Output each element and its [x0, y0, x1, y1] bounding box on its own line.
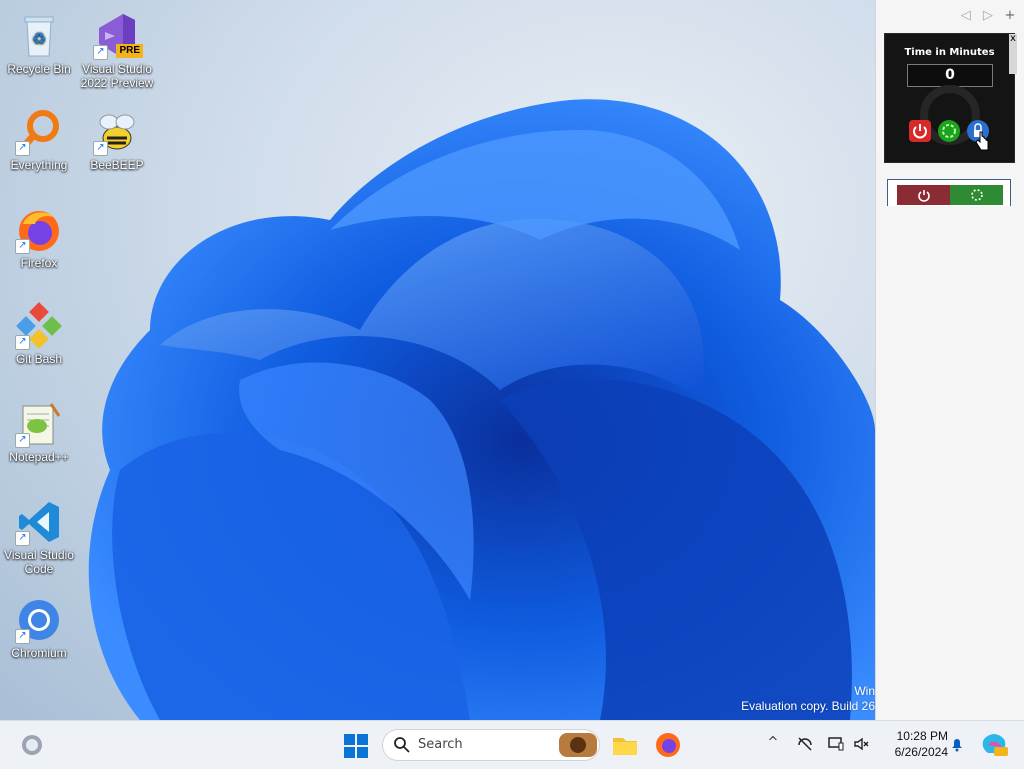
power-gadget-shutdown-button[interactable] [897, 185, 950, 205]
desktop-icon-beebeep[interactable]: ↗ BeeBEEP [78, 104, 156, 172]
taskbar-firefox-button[interactable] [652, 729, 684, 761]
shortcut-arrow-icon: ↗ [15, 141, 30, 156]
git-bash-icon: ↗ [15, 302, 63, 350]
everything-search-icon: ↗ [15, 108, 63, 156]
add-gadget-icon[interactable]: + [1001, 8, 1019, 23]
shutdown-button[interactable] [909, 120, 931, 142]
display-icon[interactable] [827, 735, 845, 753]
desktop: ♻ Recycle Bin ↗ PRE Visual Studio 2022 P… [0, 0, 875, 720]
gadget-title: Time in Minutes [904, 47, 995, 58]
recycle-bin-icon: ♻ [15, 12, 63, 60]
desktop-icon-everything[interactable]: ↗ Everything [0, 104, 78, 172]
desktop-icon-label: Git Bash [15, 352, 63, 366]
show-hidden-icons-chevron-icon[interactable]: ^ [764, 735, 782, 753]
windows-logo-icon [344, 734, 368, 758]
desktop-icon-label: Chromium [11, 646, 67, 660]
beebeep-icon: ↗ [93, 108, 141, 156]
desktop-icon-vscode[interactable]: ↗ Visual Studio Code [0, 494, 78, 576]
desktop-icon-git-bash[interactable]: ↗ Git Bash [0, 298, 78, 366]
desktop-icon-label: Visual Studio Code [4, 548, 74, 576]
start-button[interactable] [340, 729, 372, 761]
restart-icon [970, 189, 983, 201]
svg-text:♻: ♻ [32, 29, 46, 48]
search-highlight-icon [559, 733, 597, 757]
clock-date: 6/26/2024 [894, 745, 948, 759]
volume-muted-icon[interactable] [852, 735, 870, 753]
shortcut-arrow-icon: ↗ [15, 335, 30, 350]
desktop-icon-firefox[interactable]: ↗ Firefox [0, 202, 78, 270]
desktop-icon-label: Notepad++ [9, 450, 69, 464]
desktop-icon-chromium[interactable]: ↗ Chromium [0, 592, 78, 660]
shortcut-arrow-icon: ↗ [93, 45, 108, 60]
firefox-icon [656, 733, 680, 757]
desktop-icon-label: Recycle Bin [7, 62, 71, 76]
gadget-close-button[interactable]: x [1009, 34, 1017, 74]
folder-icon [613, 738, 637, 755]
shortcut-arrow-icon: ↗ [93, 141, 108, 156]
shortcut-arrow-icon: ↗ [15, 239, 30, 254]
preview-badge: PRE [116, 44, 143, 58]
clock-time: 10:28 PM [896, 729, 948, 743]
file-explorer-button[interactable] [609, 729, 641, 761]
taskbar-search[interactable]: Search [382, 729, 600, 761]
hand-cursor-icon [975, 130, 991, 156]
previous-icon[interactable]: ◁ [957, 8, 975, 23]
firefox-icon: ↗ [15, 206, 63, 254]
next-icon[interactable]: ▷ [979, 8, 997, 23]
power-icon [917, 190, 930, 202]
sidebar-nav: ◁ ▷ + [957, 8, 1019, 23]
desktop-icon-visual-studio-preview[interactable]: ↗ PRE Visual Studio 2022 Preview [78, 8, 156, 90]
notifications-bell-icon[interactable] [948, 735, 966, 753]
restart-icon [942, 124, 956, 138]
taskbar: Search ^ 10:28 PM 6/26/2024 [0, 720, 1024, 769]
chromium-icon: ↗ [15, 596, 63, 644]
desktop-icon-notepad-plus-plus[interactable]: ↗ Notepad++ [0, 396, 78, 464]
vscode-icon: ↗ [15, 498, 63, 546]
watermark-line-1: Win [854, 684, 875, 698]
search-icon [394, 737, 410, 753]
shortcut-arrow-icon: ↗ [15, 629, 30, 644]
network-offline-icon[interactable] [796, 735, 814, 753]
power-gadget-restart-button[interactable] [950, 185, 1003, 205]
search-placeholder: Search [418, 737, 463, 752]
watermark-line-2: Evaluation copy. Build 26 [741, 699, 875, 713]
taskbar-clock[interactable]: 10:28 PM 6/26/2024 [880, 728, 948, 760]
shortcut-arrow-icon: ↗ [15, 531, 30, 546]
evaluation-watermark: Win Evaluation copy. Build 26 [675, 684, 875, 714]
shortcut-arrow-icon: ↗ [15, 433, 30, 448]
notepad-plus-plus-icon: ↗ [15, 400, 63, 448]
visual-studio-preview-icon: ↗ PRE [93, 12, 143, 60]
desktop-icon-label: BeeBEEP [90, 158, 144, 172]
desktop-icon-label: Firefox [20, 256, 58, 270]
widgets-icon [22, 735, 42, 755]
widgets-button[interactable] [16, 729, 48, 761]
power-gadget [887, 179, 1011, 206]
desktop-icon-recycle-bin[interactable]: ♻ Recycle Bin [0, 8, 78, 76]
restart-button[interactable] [938, 120, 960, 142]
power-icon [913, 124, 927, 139]
copilot-button[interactable] [978, 729, 1010, 761]
timer-gadget: Time in Minutes 0 x [884, 33, 1017, 163]
desktop-icon-label: Visual Studio 2022 Preview [80, 62, 154, 90]
copilot-preview-icon [982, 734, 1008, 756]
desktop-icon-label: Everything [10, 158, 68, 172]
